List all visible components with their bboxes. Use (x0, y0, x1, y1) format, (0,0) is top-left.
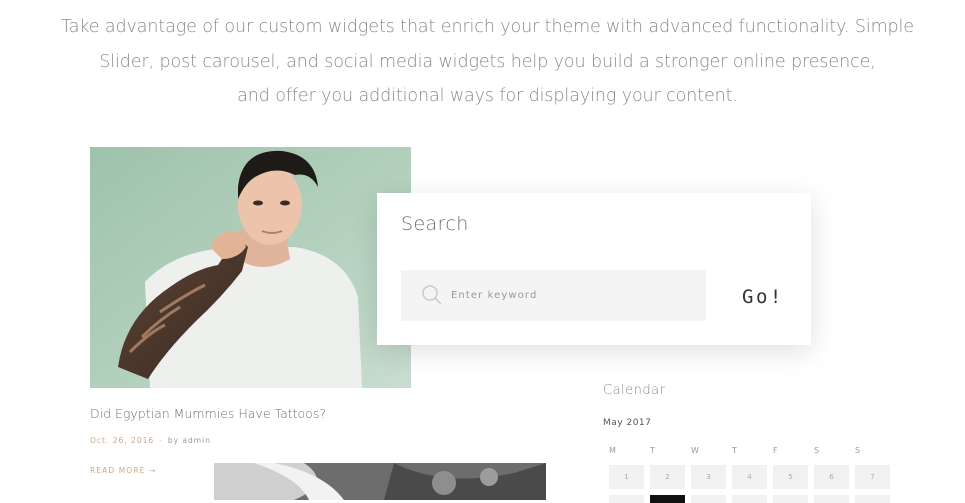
meta-separator: - (159, 436, 163, 445)
post-image[interactable] (90, 147, 411, 388)
calendar-day[interactable]: 6 (814, 465, 849, 489)
calendar-day[interactable]: 7 (855, 465, 890, 489)
calendar-day[interactable]: 1 (609, 465, 644, 489)
post-image-2[interactable] (214, 463, 546, 500)
post-date: Oct. 26, 2016 (90, 436, 155, 445)
calendar-day-partial[interactable] (814, 495, 849, 503)
intro-line-2: Slider, post carousel, and social media … (99, 51, 876, 72)
search-widget: Search Go! (377, 193, 811, 345)
weekday-label: S (855, 446, 861, 455)
calendar-day[interactable]: 2 (650, 465, 685, 489)
calendar-title: Calendar (603, 383, 666, 398)
weekday-label: T (650, 446, 655, 455)
weekday-label: W (691, 446, 699, 455)
search-widget-title: Search (401, 213, 469, 235)
calendar-day-partial[interactable] (732, 495, 767, 503)
post-author[interactable]: by admin (168, 436, 211, 445)
search-field-container[interactable] (401, 270, 706, 321)
calendar-day-partial[interactable] (609, 495, 644, 503)
go-button[interactable]: Go! (742, 286, 784, 308)
post-title[interactable]: Did Egyptian Mummies Have Tattoos? (90, 406, 326, 421)
calendar-day-partial[interactable] (691, 495, 726, 503)
calendar-day[interactable]: 3 (691, 465, 726, 489)
calendar-day-partial[interactable] (855, 495, 890, 503)
calendar-day[interactable]: 5 (773, 465, 808, 489)
calendar-weekdays: M T W T F S S (609, 446, 896, 455)
read-more-link[interactable]: READ MORE → (90, 466, 156, 475)
post-meta: Oct. 26, 2016- by admin (90, 436, 211, 445)
intro-line-1: Take advantage of our custom widgets tha… (61, 17, 914, 37)
calendar-day[interactable]: 4 (732, 465, 767, 489)
calendar-day-today[interactable] (650, 495, 685, 503)
intro-line-3: and offer you additional ways for displa… (237, 86, 738, 106)
search-input[interactable] (451, 270, 691, 321)
intro-text: Take advantage of our custom widgets tha… (0, 10, 965, 114)
weekday-label: F (773, 446, 778, 455)
calendar-day-partial[interactable] (773, 495, 808, 503)
weekday-label: M (609, 446, 616, 455)
weekday-label: T (732, 446, 737, 455)
calendar-month: May 2017 (603, 418, 652, 428)
weekday-label: S (814, 446, 820, 455)
search-icon (421, 284, 443, 310)
